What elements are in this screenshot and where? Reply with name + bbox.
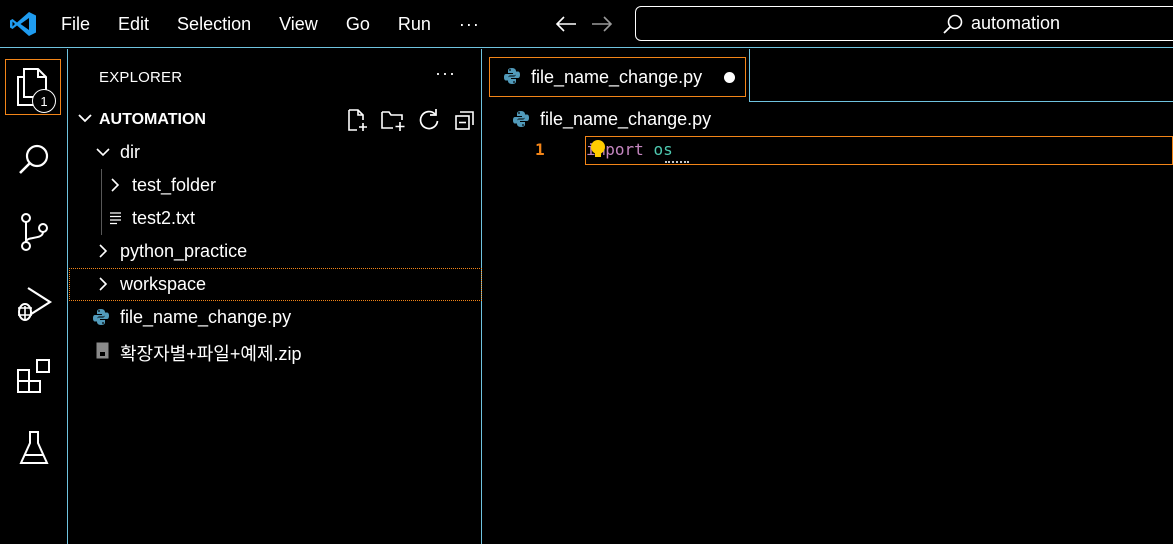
collapse-all-button[interactable]: [447, 107, 483, 133]
tab-bar-border: [749, 101, 1173, 102]
tree-item-label: python_practice: [120, 241, 248, 261]
search-icon: [943, 14, 963, 34]
explorer-more-actions[interactable]: ···: [435, 63, 456, 84]
tree-item-label: workspace: [120, 274, 207, 294]
collapse-all-icon: [455, 111, 474, 130]
workspace-section-label: AUTOMATION: [99, 111, 206, 128]
menu-file[interactable]: File: [47, 0, 104, 48]
tree-item-label: file_name_change.py: [120, 307, 292, 327]
arrow-right-icon: [592, 16, 613, 32]
chevron-down-icon: [96, 148, 110, 157]
tree-item-python-practice[interactable]: python_practice: [69, 235, 482, 268]
breadcrumb: file_name_change.py: [483, 103, 1173, 135]
tree-item-test-folder[interactable]: test_folder: [69, 169, 482, 202]
code-module: os: [653, 140, 673, 159]
zip-file-icon: [96, 342, 109, 359]
run-debug-button[interactable]: [0, 273, 68, 335]
extensions-icon: [17, 359, 50, 393]
source-control-icon: [21, 213, 48, 251]
text-file-icon: [110, 212, 121, 225]
menu-view[interactable]: View: [265, 0, 332, 48]
python-file-icon: [504, 68, 520, 84]
tree-item-label: test_folder: [132, 175, 217, 195]
explorer-title: EXPLORER: [99, 69, 183, 86]
source-control-button[interactable]: [0, 201, 68, 263]
tree-item-label: 확장자별+파일+예제.zip: [120, 344, 302, 364]
python-file-icon: [513, 111, 529, 127]
new-folder-button[interactable]: [375, 107, 411, 133]
refresh-button[interactable]: [411, 107, 447, 133]
testing-button[interactable]: [0, 417, 68, 479]
tab-label: file_name_change.py: [531, 67, 703, 87]
title-bar: File Edit Selection View Go Run ··· auto…: [0, 0, 1173, 48]
breadcrumb-file[interactable]: file_name_change.py: [540, 109, 711, 130]
menu-more[interactable]: ···: [445, 0, 494, 48]
menu-selection[interactable]: Selection: [163, 0, 265, 48]
explorer-badge: 1: [32, 89, 56, 113]
chevron-right-icon: [111, 178, 120, 192]
section-actions: [339, 107, 483, 133]
menu-bar: File Edit Selection View Go Run ···: [47, 0, 494, 48]
tree-item-zip-file[interactable]: 확장자별+파일+예제.zip: [69, 334, 482, 367]
tree-item-label: dir: [120, 142, 141, 162]
vscode-logo-icon: [10, 12, 36, 36]
line-number: 1: [535, 140, 545, 159]
menu-run[interactable]: Run: [384, 0, 445, 48]
navigation-arrows: [548, 10, 620, 38]
extensions-button[interactable]: [0, 345, 68, 407]
chevron-right-icon: [99, 277, 108, 291]
chevron-right-icon: [99, 244, 108, 258]
tab-file-name-change-py[interactable]: file_name_change.py: [489, 57, 746, 97]
flask-icon: [19, 431, 49, 464]
command-center-search[interactable]: automation: [635, 6, 1173, 41]
chevron-down-icon: [78, 114, 92, 123]
python-file-icon: [93, 309, 109, 325]
tree-item-test2-txt[interactable]: test2.txt: [69, 202, 482, 235]
tree-item-file-name-change-py[interactable]: file_name_change.py: [69, 301, 482, 334]
editor-area: file_name_change.py file_name_change.py …: [483, 49, 1173, 544]
menu-go[interactable]: Go: [332, 0, 384, 48]
arrow-left-icon: [555, 16, 576, 32]
explorer-view-button[interactable]: 1: [0, 49, 68, 125]
new-file-button[interactable]: [339, 107, 375, 133]
explorer-sidebar: EXPLORER ··· AUTOMATION dir test_folder …: [69, 49, 482, 544]
tree-item-workspace[interactable]: workspace: [69, 268, 482, 301]
run-debug-icon: [18, 287, 53, 321]
lightbulb-icon[interactable]: [589, 139, 607, 159]
activity-bar: 1: [0, 49, 68, 544]
warning-squiggle: [665, 161, 689, 164]
forward-button[interactable]: [584, 10, 620, 38]
tree-item-dir[interactable]: dir: [69, 136, 482, 169]
menu-edit[interactable]: Edit: [104, 0, 163, 48]
workspace-section-header[interactable]: AUTOMATION: [69, 103, 482, 136]
tab-separator: [749, 49, 750, 102]
new-file-icon: [348, 109, 367, 131]
tree-item-label: test2.txt: [132, 208, 196, 228]
search-icon: [19, 144, 49, 174]
refresh-icon: [419, 109, 439, 130]
command-center-text: automation: [971, 13, 1061, 33]
tab-bar: file_name_change.py: [483, 49, 1173, 102]
search-view-button[interactable]: [0, 129, 68, 191]
unsaved-dot-icon[interactable]: [724, 72, 735, 83]
new-folder-icon: [381, 111, 405, 131]
back-button[interactable]: [548, 10, 584, 38]
